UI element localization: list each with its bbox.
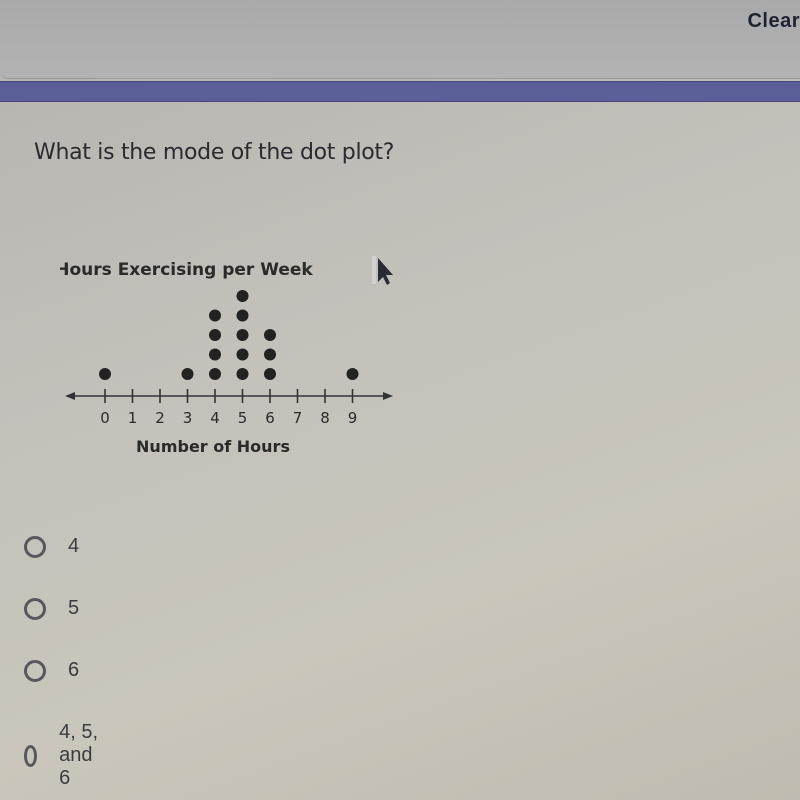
number-line-left-arrow bbox=[65, 392, 75, 400]
data-dot bbox=[264, 329, 276, 341]
data-dot bbox=[346, 368, 359, 380]
number-line-right-arrow bbox=[383, 392, 393, 400]
radio-button[interactable] bbox=[24, 744, 38, 767]
data-dot bbox=[99, 368, 111, 380]
data-dot bbox=[209, 329, 221, 341]
data-dot bbox=[236, 368, 249, 380]
x-tick-label: 5 bbox=[238, 409, 248, 427]
option-4[interactable]: 4 bbox=[24, 535, 79, 558]
data-dot bbox=[236, 309, 249, 322]
x-tick-label: 6 bbox=[265, 409, 275, 427]
chart-title: Hours Exercising per Week bbox=[60, 260, 313, 280]
option-6[interactable]: 6 bbox=[24, 659, 79, 682]
x-tick-label: 7 bbox=[293, 409, 303, 427]
question-text: What is the mode of the dot plot? bbox=[34, 140, 395, 165]
data-dot bbox=[181, 368, 194, 380]
option-label: 4 bbox=[68, 535, 80, 557]
option-label: 5 bbox=[68, 597, 80, 619]
data-dot bbox=[236, 329, 249, 341]
x-tick-label: 3 bbox=[183, 409, 193, 427]
x-tick-label: 4 bbox=[210, 409, 220, 427]
option-label: 4, 5, and 6 bbox=[59, 721, 99, 789]
x-axis-label: Number of Hours bbox=[136, 437, 290, 456]
data-dot bbox=[264, 348, 276, 361]
x-tick-label: 0 bbox=[100, 409, 110, 427]
radio-button[interactable] bbox=[24, 659, 46, 682]
option-label: 6 bbox=[68, 659, 80, 681]
data-dot bbox=[236, 290, 249, 302]
accent-bar bbox=[0, 81, 800, 102]
x-tick-label: 9 bbox=[348, 409, 358, 427]
option-4-5-and-6[interactable]: 4, 5, and 6 bbox=[24, 721, 101, 790]
dot-plot-chart: Hours Exercising per Week 0123456789 Num… bbox=[60, 260, 393, 456]
radio-button[interactable] bbox=[24, 535, 46, 558]
data-dot bbox=[264, 368, 276, 380]
data-dot bbox=[209, 309, 221, 322]
x-tick-label: 2 bbox=[155, 409, 165, 427]
data-dot bbox=[236, 348, 249, 361]
data-dot bbox=[209, 368, 221, 380]
data-dot bbox=[209, 348, 221, 361]
mouse-cursor-icon bbox=[372, 256, 393, 285]
option-5[interactable]: 5 bbox=[24, 597, 79, 620]
x-tick-label: 1 bbox=[128, 409, 138, 427]
top-card: Clear bbox=[0, 0, 800, 79]
x-tick-label: 8 bbox=[320, 409, 330, 427]
radio-button[interactable] bbox=[24, 597, 46, 620]
clear-button[interactable]: Clear bbox=[747, 10, 800, 33]
